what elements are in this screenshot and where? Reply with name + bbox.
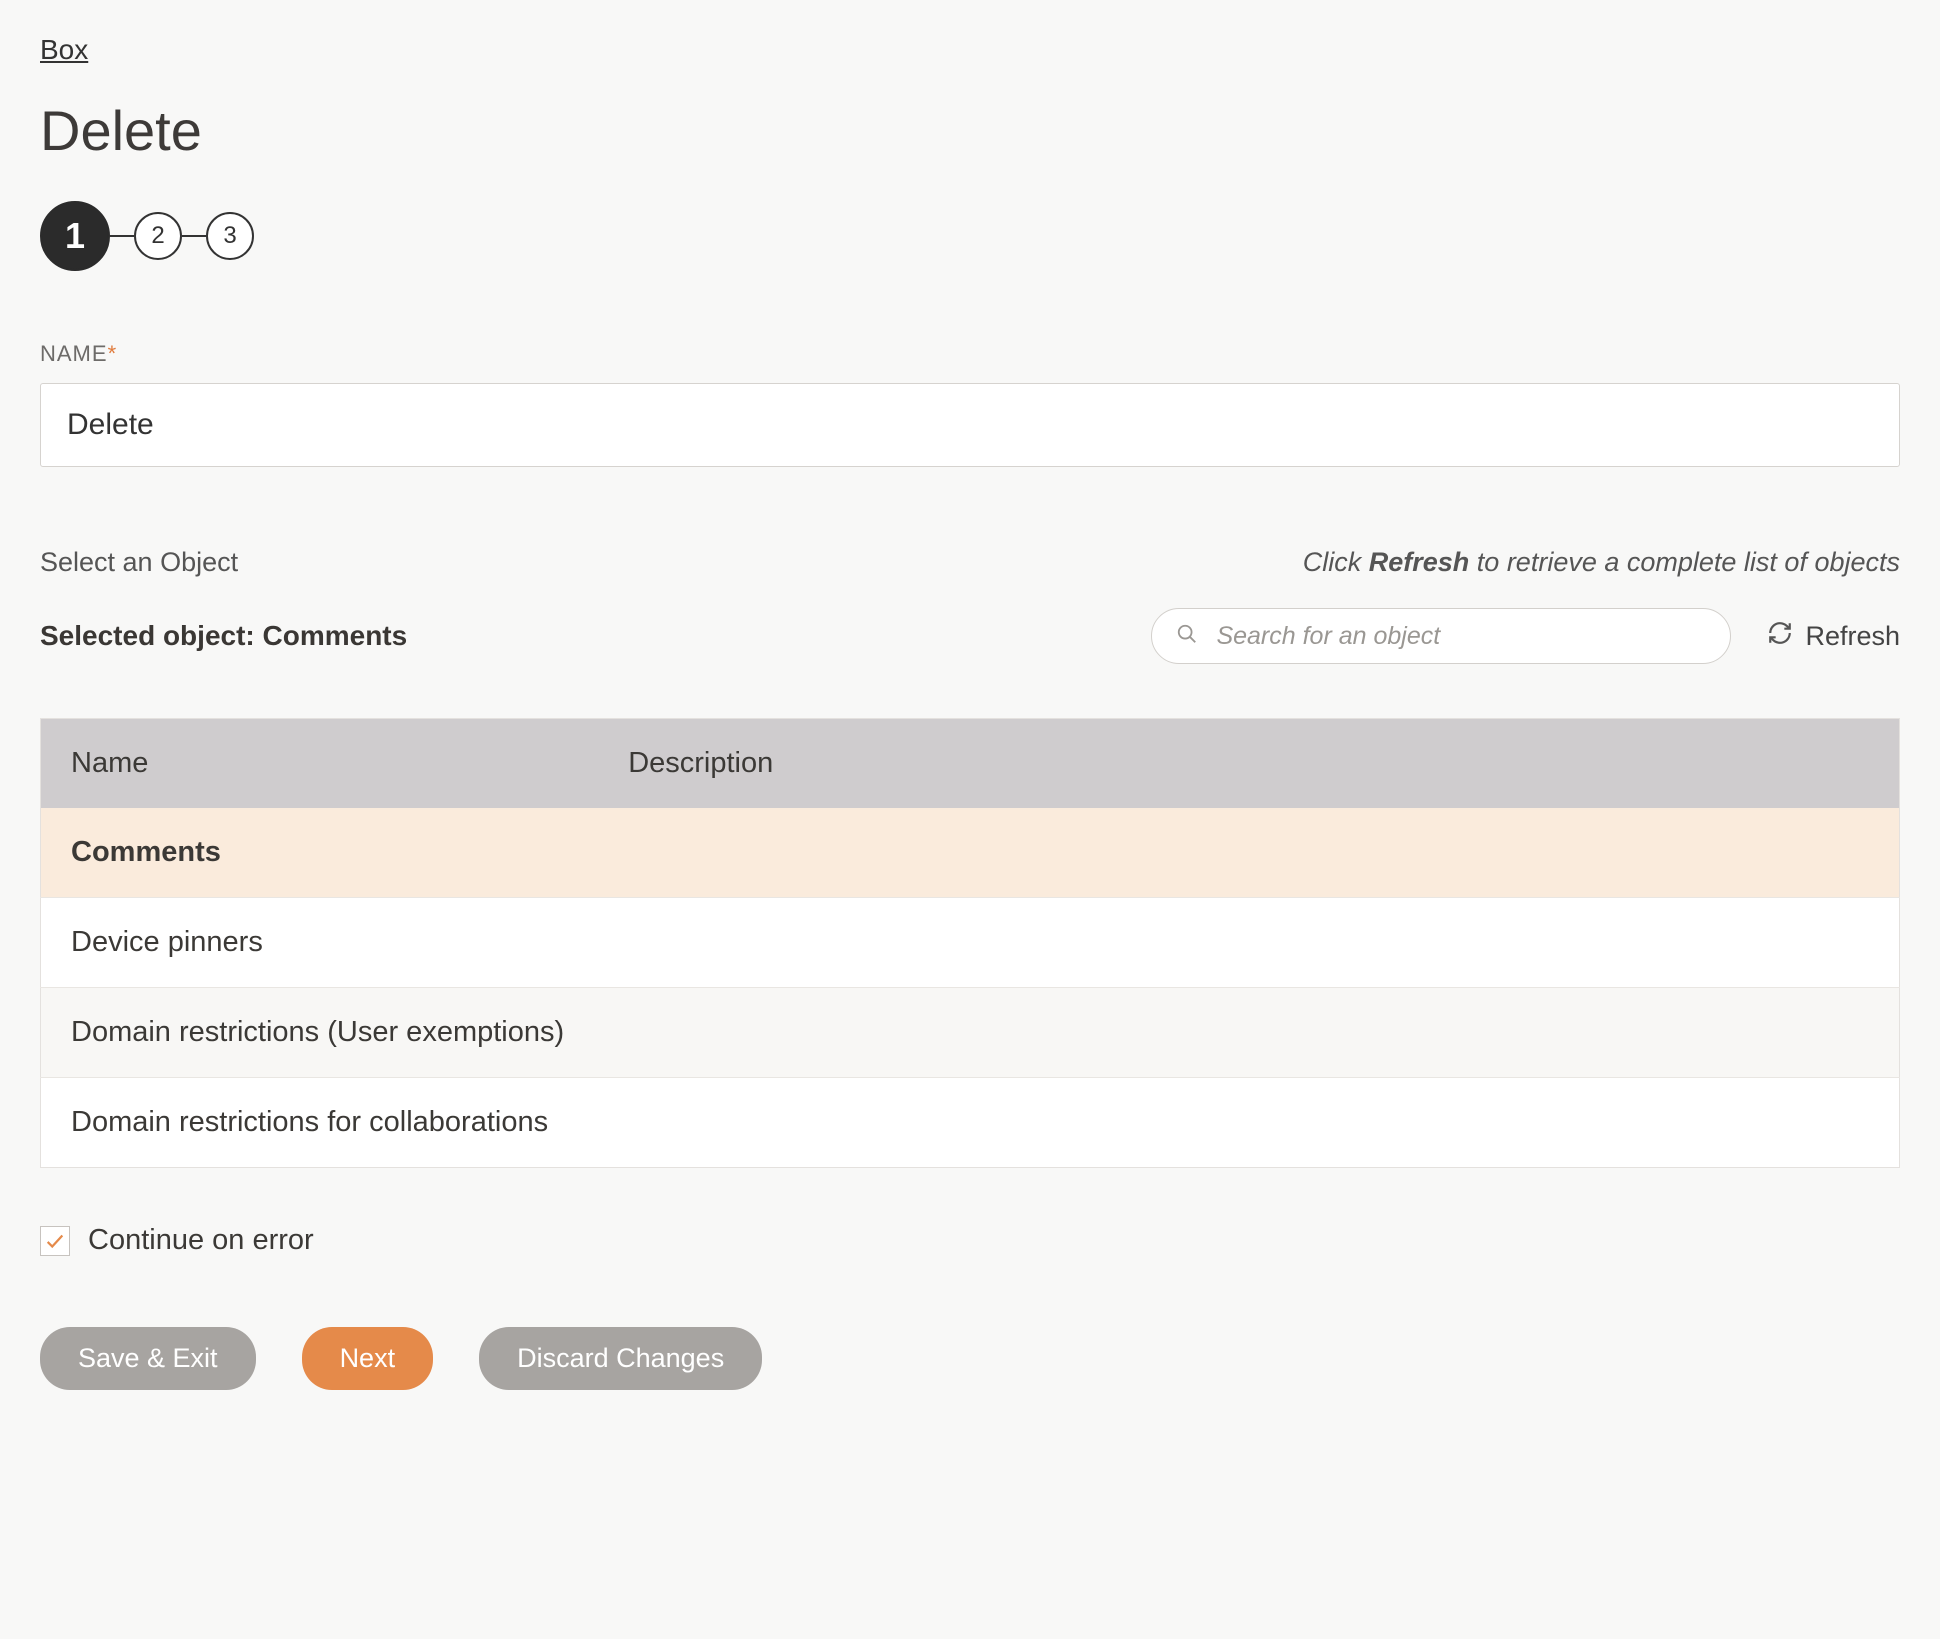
selected-object-label: Selected object: Comments — [40, 620, 407, 652]
hint-prefix: Click — [1303, 547, 1369, 577]
page-root: Box Delete 1 2 3 NAME* Select an Object … — [0, 0, 1940, 1450]
select-controls-row: Selected object: Comments Refresh — [40, 608, 1900, 664]
table-row[interactable]: Device pinners — [41, 898, 1900, 988]
page-title: Delete — [40, 98, 1900, 163]
cell-name: Comments — [41, 808, 599, 898]
save-exit-button[interactable]: Save & Exit — [40, 1327, 256, 1390]
name-field-label: NAME* — [40, 341, 1900, 367]
cell-description — [598, 988, 1899, 1078]
search-refresh-group: Refresh — [1151, 608, 1900, 664]
step-3[interactable]: 3 — [206, 212, 254, 260]
table-row[interactable]: Domain restrictions for collaborations — [41, 1078, 1900, 1168]
hint-bold: Refresh — [1369, 547, 1470, 577]
cell-name: Domain restrictions (User exemptions) — [41, 988, 599, 1078]
cell-description — [598, 898, 1899, 988]
cell-name: Device pinners — [41, 898, 599, 988]
required-asterisk: * — [108, 341, 118, 366]
cell-name: Domain restrictions for collaborations — [41, 1078, 599, 1168]
continue-on-error-row: Continue on error — [40, 1224, 1900, 1257]
table-header-row: Name Description — [41, 719, 1900, 809]
cell-description — [598, 808, 1899, 898]
step-separator — [110, 235, 134, 237]
col-description: Description — [598, 719, 1899, 809]
select-object-label: Select an Object — [40, 547, 238, 578]
name-input[interactable] — [40, 383, 1900, 467]
search-box[interactable] — [1151, 608, 1731, 664]
refresh-label: Refresh — [1805, 621, 1900, 652]
continue-on-error-checkbox[interactable] — [40, 1226, 70, 1256]
refresh-hint: Click Refresh to retrieve a complete lis… — [1303, 547, 1900, 578]
continue-on-error-label: Continue on error — [88, 1224, 314, 1257]
col-name: Name — [41, 719, 599, 809]
step-1[interactable]: 1 — [40, 201, 110, 271]
cell-description — [598, 1078, 1899, 1168]
breadcrumb-link-box[interactable]: Box — [40, 34, 88, 65]
refresh-icon — [1767, 620, 1793, 653]
hint-suffix: to retrieve a complete list of objects — [1469, 547, 1900, 577]
name-label-text: NAME — [40, 341, 108, 366]
discard-button[interactable]: Discard Changes — [479, 1327, 762, 1390]
stepper: 1 2 3 — [40, 201, 1900, 271]
table-row[interactable]: Comments — [41, 808, 1900, 898]
search-icon — [1176, 623, 1198, 650]
table-row[interactable]: Domain restrictions (User exemptions) — [41, 988, 1900, 1078]
objects-table: Name Description Comments Device pinners… — [40, 718, 1900, 1168]
refresh-button[interactable]: Refresh — [1767, 620, 1900, 653]
search-input[interactable] — [1214, 621, 1706, 652]
check-icon — [44, 1230, 66, 1252]
step-separator — [182, 235, 206, 237]
action-bar: Save & Exit Next Discard Changes — [40, 1327, 1900, 1390]
step-2[interactable]: 2 — [134, 212, 182, 260]
breadcrumb: Box — [40, 34, 1900, 66]
select-header-row: Select an Object Click Refresh to retrie… — [40, 547, 1900, 578]
next-button[interactable]: Next — [302, 1327, 434, 1390]
